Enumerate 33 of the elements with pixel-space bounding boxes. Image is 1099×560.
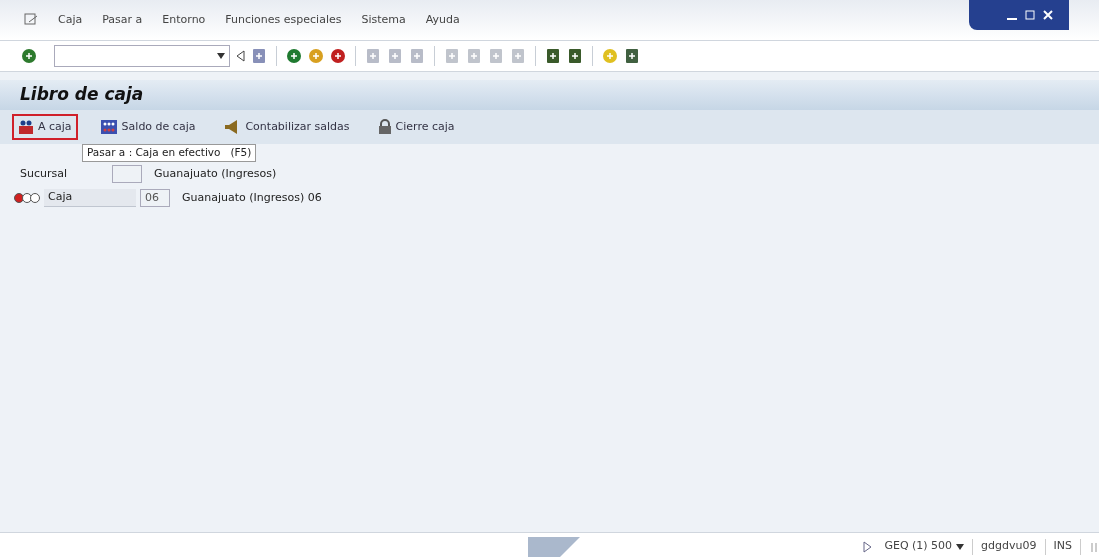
code-field[interactable] xyxy=(112,165,142,183)
field-label: Sucursal xyxy=(19,165,69,182)
caret-icon[interactable] xyxy=(956,543,965,550)
lock-icon xyxy=(377,119,392,135)
sap-logo xyxy=(528,536,580,557)
menu-item[interactable]: Caja xyxy=(58,11,83,29)
grid-icon xyxy=(99,119,118,135)
code-field[interactable]: 06 xyxy=(140,189,170,207)
field-label: Caja xyxy=(44,189,136,207)
tooltip: Pasar a : Caja en efectivo (F5) xyxy=(82,144,257,162)
system-info[interactable]: GEQ (1) 500 xyxy=(884,538,953,555)
toolbar-button[interactable]: Saldo de caja xyxy=(93,114,202,140)
description-text: Guanajuato (Ingresos) 06 xyxy=(182,189,322,206)
menu-item[interactable]: Entorno xyxy=(162,11,206,29)
toolbar-button[interactable]: A caja xyxy=(12,114,78,140)
insert-mode: INS xyxy=(1053,538,1072,555)
toolbar-button[interactable]: Contabilizar saldas xyxy=(217,114,356,140)
bars-icon xyxy=(1089,540,1099,553)
triangle-icon[interactable] xyxy=(862,540,873,553)
menu-item[interactable]: Ayuda xyxy=(425,11,460,29)
triangle-icon[interactable] xyxy=(234,49,246,63)
close-icon[interactable] xyxy=(1043,10,1053,20)
people-icon xyxy=(18,119,34,135)
restore-icon[interactable] xyxy=(1025,10,1035,20)
command-field[interactable] xyxy=(54,45,230,67)
menu-item[interactable]: Funciones especiales xyxy=(225,11,342,29)
description-text: Guanajuato (Ingresos) xyxy=(154,165,277,182)
screen-title: Libro de caja xyxy=(20,83,144,107)
server-name: gdgdvu09 xyxy=(981,538,1037,555)
menu-item[interactable]: Pasar a xyxy=(102,11,143,29)
menu-item[interactable]: Sistema xyxy=(361,11,406,29)
toolbar-button[interactable]: Cierre caja xyxy=(371,114,461,140)
caret-icon[interactable] xyxy=(217,53,225,59)
